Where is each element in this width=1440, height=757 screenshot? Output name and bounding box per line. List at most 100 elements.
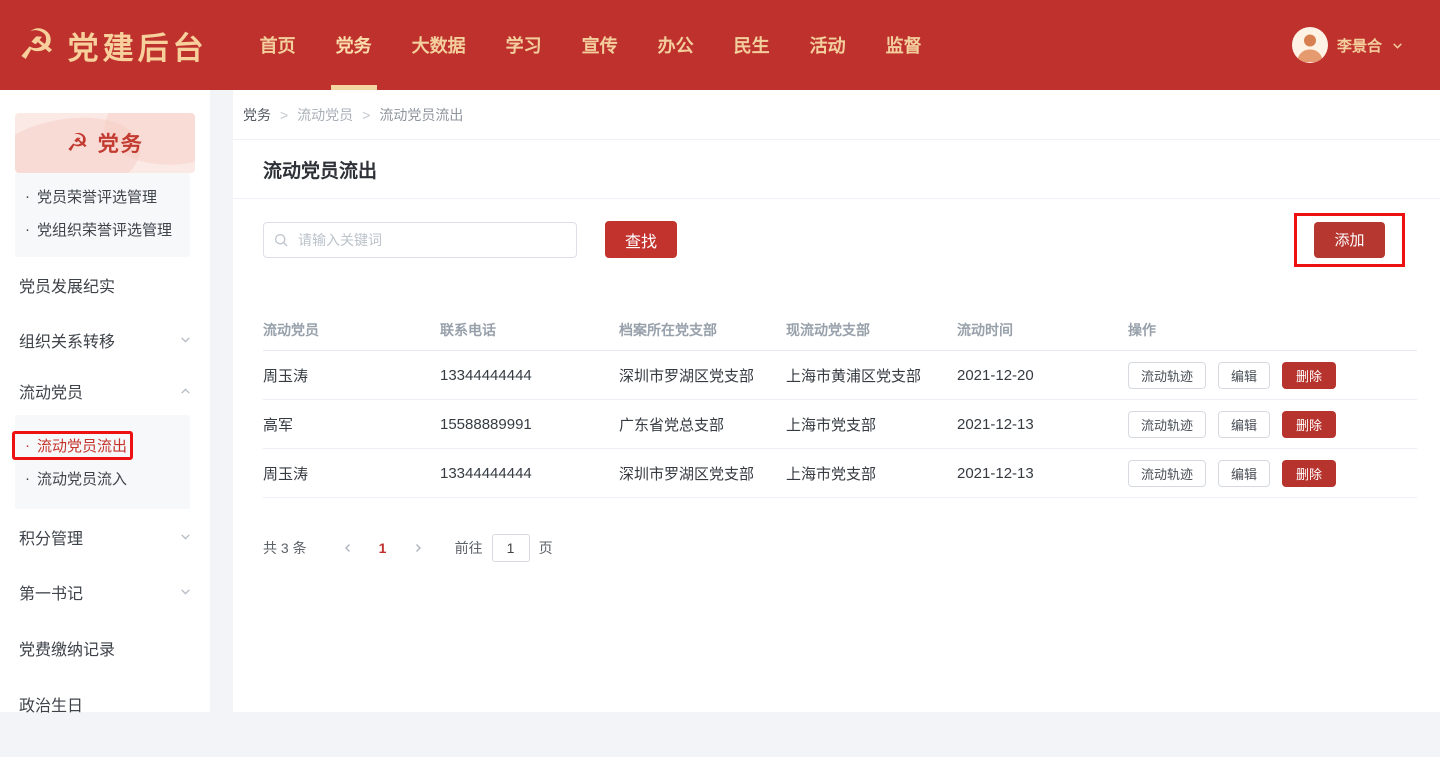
bullet: · <box>25 470 30 487</box>
column-header-archive-branch: 档案所在党支部 <box>619 322 717 338</box>
cell-member-name: 高军 <box>263 416 294 434</box>
add-button-wrapper: 添加 <box>1294 212 1405 267</box>
cell-flow-date: 2021-12-20 <box>957 366 1034 384</box>
sidebar: ☭ 党务 · 党员荣誉评选管理 · 党组织荣誉评选管理 党员发展纪实 组织关系转… <box>0 90 210 715</box>
app-logo[interactable]: ☭ 党建后台 <box>18 23 208 68</box>
delete-button[interactable]: 删除 <box>1282 459 1337 487</box>
breadcrumb-item-mobile-members[interactable]: 流动党员 <box>297 105 353 125</box>
sidebar-item-org-honor[interactable]: · 党组织荣誉评选管理 <box>15 213 190 246</box>
cell-actions: 流动轨迹 编辑 删除 <box>1128 459 1417 487</box>
sidebar-banner: ☭ 党务 <box>15 113 195 173</box>
chevron-up-icon <box>181 387 190 394</box>
page-number-current[interactable]: 1 <box>363 540 403 556</box>
track-button[interactable]: 流动轨迹 <box>1128 410 1207 438</box>
user-menu[interactable]: 李景合 <box>1291 27 1404 63</box>
toolbar: 查找 添加 <box>263 212 1417 267</box>
search-box <box>263 221 577 258</box>
sidebar-item-label: 党组织荣誉评选管理 <box>37 222 173 239</box>
chevron-down-icon <box>181 589 190 595</box>
sidebar-item-first-secretary[interactable]: 第一书记 <box>0 564 210 619</box>
sidebar-item-points-management[interactable]: 积分管理 <box>0 509 210 564</box>
cell-archive-branch: 深圳市罗湖区党支部 <box>619 465 755 483</box>
sidebar-item-member-development[interactable]: 党员发展纪实 <box>0 257 210 312</box>
column-header-member: 流动党员 <box>263 322 319 338</box>
track-button[interactable]: 流动轨迹 <box>1128 361 1207 389</box>
breadcrumb-item-party-affairs[interactable]: 党务 <box>243 105 271 125</box>
mobile-members-submenu-group: · 流动党员流出 · 流动党员流入 <box>12 415 190 509</box>
table-row: 周玉涛 13344444444 深圳市罗湖区党支部 上海市党支部 2021-12… <box>263 449 1417 498</box>
goto-page-input[interactable] <box>491 534 530 562</box>
nav-item-supervision[interactable]: 监督 <box>866 0 942 90</box>
sidebar-item-org-relation-transfer[interactable]: 组织关系转移 <box>0 312 210 367</box>
add-button[interactable]: 添加 <box>1314 221 1385 258</box>
page-root: ☭ 党建后台 首页 党务 大数据 学习 宣传 办公 民生 活动 监督 李景合 ☭… <box>0 0 1440 757</box>
sidebar-item-label: 党员荣誉评选管理 <box>37 189 158 206</box>
sidebar-item-label: 流动党员流入 <box>37 471 128 488</box>
nav-item-livelihood[interactable]: 民生 <box>714 0 790 90</box>
cell-current-branch: 上海市党支部 <box>786 416 877 434</box>
cell-member-name: 周玉涛 <box>263 465 309 483</box>
delete-button[interactable]: 删除 <box>1282 410 1337 438</box>
main-content: 党务 > 流动党员 > 流动党员流出 流动党员流出 查找 添加 <box>233 90 1440 712</box>
cell-current-branch: 上海市黄浦区党支部 <box>786 367 922 385</box>
pagination-total: 共 3 条 <box>263 540 307 556</box>
breadcrumb-separator: > <box>280 106 289 123</box>
bullet: · <box>25 437 30 454</box>
party-emblem-icon: ☭ <box>18 21 56 68</box>
nav-item-office[interactable]: 办公 <box>638 0 714 90</box>
cell-archive-branch: 深圳市罗湖区党支部 <box>619 367 755 385</box>
cell-phone: 15588889991 <box>440 415 532 433</box>
column-header-flow-date: 流动时间 <box>957 322 1013 338</box>
edit-button[interactable]: 编辑 <box>1218 410 1271 438</box>
next-page-button[interactable] <box>403 534 433 562</box>
chevron-down-icon <box>1393 42 1402 49</box>
cell-actions: 流动轨迹 编辑 删除 <box>1128 361 1417 389</box>
party-emblem-icon: ☭ <box>66 128 89 157</box>
top-header: ☭ 党建后台 首页 党务 大数据 学习 宣传 办公 民生 活动 监督 李景合 <box>0 0 1440 90</box>
nav-item-party-affairs[interactable]: 党务 <box>316 0 392 90</box>
nav-item-study[interactable]: 学习 <box>486 0 562 90</box>
sidebar-item-label: 组织关系转移 <box>19 333 116 351</box>
nav-item-home[interactable]: 首页 <box>240 0 316 90</box>
sidebar-item-label: 流动党员流出 <box>37 438 128 455</box>
sidebar-item-label: 党员发展纪实 <box>19 278 116 296</box>
search-icon <box>274 233 288 246</box>
sidebar-item-label: 第一书记 <box>19 585 84 603</box>
search-input[interactable] <box>263 221 577 258</box>
column-header-actions: 操作 <box>1128 322 1156 338</box>
prev-page-button[interactable] <box>333 534 363 562</box>
sidebar-item-label: 流动党员 <box>19 385 84 402</box>
search-button[interactable]: 查找 <box>605 221 677 258</box>
sidebar-item-mobile-member-inflow[interactable]: · 流动党员流入 <box>15 462 190 495</box>
sidebar-item-member-honor[interactable]: · 党员荣誉评选管理 <box>15 180 190 213</box>
user-avatar <box>1291 27 1328 63</box>
chevron-right-icon <box>415 544 421 552</box>
app-title: 党建后台 <box>67 30 208 66</box>
nav-item-big-data[interactable]: 大数据 <box>392 0 486 90</box>
sidebar-item-mobile-members[interactable]: 流动党员 <box>0 367 210 415</box>
sidebar-banner-title: 党务 <box>97 133 144 156</box>
page-title: 流动党员流出 <box>263 160 378 182</box>
sidebar-item-political-birthday[interactable]: 政治生日 <box>0 676 210 731</box>
honor-submenu-group: · 党员荣誉评选管理 · 党组织荣誉评选管理 <box>15 173 190 257</box>
goto-page-group: 前往 页 <box>455 534 553 562</box>
table-row: 周玉涛 13344444444 深圳市罗湖区党支部 上海市黄浦区党支部 2021… <box>263 351 1417 400</box>
cell-current-branch: 上海市党支部 <box>786 465 877 483</box>
track-button[interactable]: 流动轨迹 <box>1128 459 1207 487</box>
nav-item-publicity[interactable]: 宣传 <box>562 0 638 90</box>
sidebar-item-dues-payment-record[interactable]: 党费缴纳记录 <box>0 619 210 676</box>
sidebar-item-mobile-member-outflow[interactable]: · 流动党员流出 <box>12 429 190 462</box>
cell-phone: 13344444444 <box>440 464 532 482</box>
table-header-row: 流动党员 联系电话 档案所在党支部 现流动党支部 流动时间 操作 <box>263 310 1417 351</box>
nav-item-activity[interactable]: 活动 <box>790 0 866 90</box>
bullet: · <box>25 188 30 205</box>
sidebar-item-label: 政治生日 <box>19 697 84 715</box>
edit-button[interactable]: 编辑 <box>1218 459 1271 487</box>
edit-button[interactable]: 编辑 <box>1218 361 1271 389</box>
sidebar-item-label: 党费缴纳记录 <box>19 641 116 659</box>
delete-button[interactable]: 删除 <box>1282 361 1337 389</box>
cell-actions: 流动轨迹 编辑 删除 <box>1128 410 1417 438</box>
title-row: 流动党员流出 <box>233 140 1440 199</box>
pagination: 共 3 条 1 前往 页 <box>263 534 1440 562</box>
cell-flow-date: 2021-12-13 <box>957 415 1034 433</box>
